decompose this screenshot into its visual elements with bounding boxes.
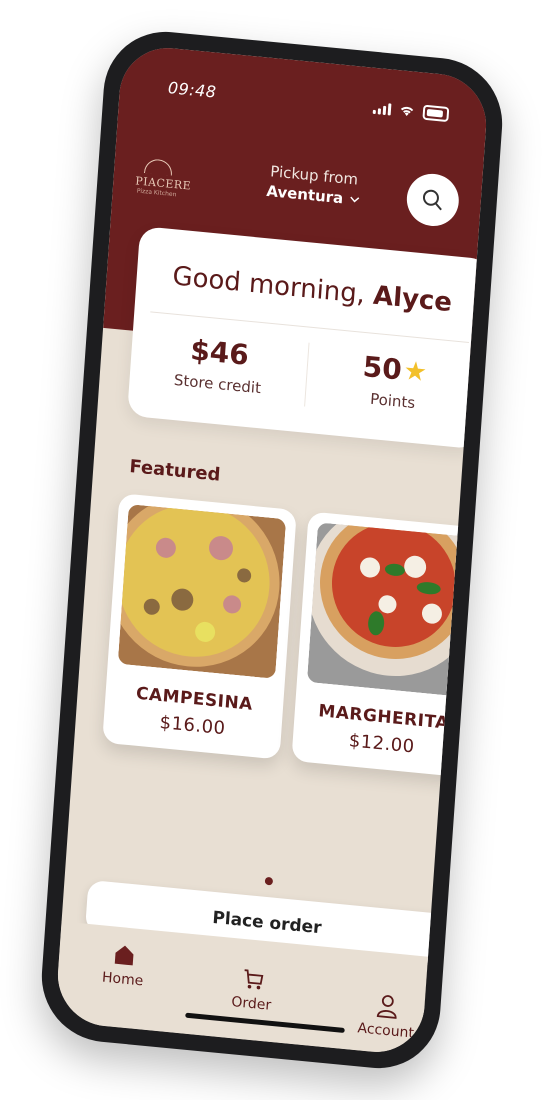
home-indicator <box>185 1012 345 1034</box>
product-card-margherita[interactable]: MARGHERITA $12.00 <box>291 511 487 778</box>
carousel-indicator[interactable] <box>264 876 274 886</box>
pizza-image <box>306 522 476 698</box>
star-icon: ★ <box>402 355 428 388</box>
status-icons <box>372 100 450 123</box>
product-price: $12.00 <box>348 730 416 758</box>
user-name: Alyce <box>372 280 453 319</box>
featured-heading: Featured <box>128 456 222 486</box>
tab-label: Home <box>101 969 144 990</box>
points-value: 50 <box>361 349 403 387</box>
tab-order[interactable]: Order <box>206 962 299 1017</box>
welcome-card: Good morning, Alyce $46 Store credit 50 … <box>127 225 490 450</box>
points-stat[interactable]: 50 ★ Points <box>304 345 483 419</box>
app-screen: 09:48 PIACERE Pizza Kitchen Pickup from … <box>54 43 490 1057</box>
signal-icon <box>372 101 392 116</box>
tab-label: Order <box>230 994 272 1014</box>
pizza-image <box>117 504 287 679</box>
search-icon <box>422 189 442 211</box>
status-time: 09:48 <box>167 78 218 102</box>
tab-home[interactable]: Home <box>77 937 170 992</box>
product-card-campesina[interactable]: CAMPESINA $16.00 <box>102 493 297 760</box>
home-icon <box>114 945 134 966</box>
wifi-icon <box>400 106 414 116</box>
battery-icon <box>422 104 450 123</box>
user-icon <box>376 995 397 1019</box>
tab-account[interactable]: Account <box>340 989 433 1044</box>
store-credit-stat[interactable]: $46 Store credit <box>129 328 308 402</box>
chevron-down-icon <box>349 196 359 203</box>
phone-frame: 09:48 PIACERE Pizza Kitchen Pickup from … <box>37 26 507 1074</box>
tab-label: Account <box>357 1020 415 1042</box>
brand-logo[interactable]: PIACERE Pizza Kitchen <box>134 157 192 205</box>
cart-icon <box>244 969 264 990</box>
greeting: Good morning, Alyce <box>171 261 453 319</box>
